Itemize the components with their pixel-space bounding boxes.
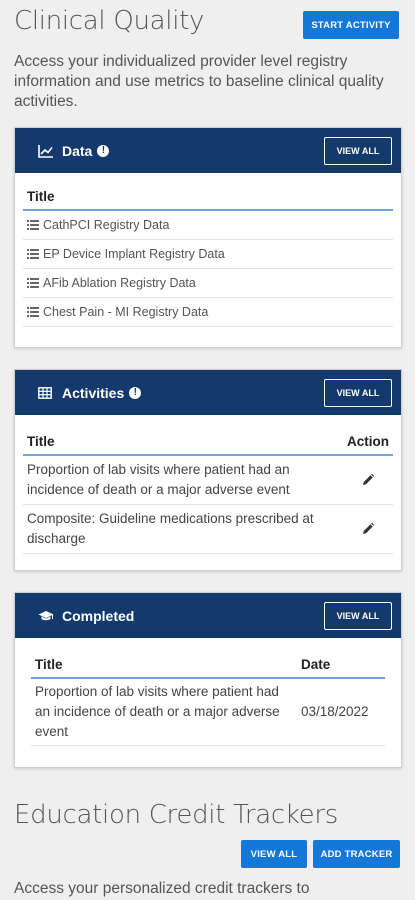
list-item-label: CathPCI Registry Data <box>43 218 170 232</box>
education-title: Education Credit Trackers <box>14 800 339 830</box>
column-title: Title <box>27 434 55 449</box>
activities-table: Title Action Proportion of lab visits wh… <box>15 415 401 566</box>
data-card-title: Data <box>62 142 93 159</box>
list-item[interactable]: Chest Pain - MI Registry Data <box>23 298 393 327</box>
activities-card-header: Activities ! VIEW ALL <box>15 370 401 415</box>
completed-card-title: Completed <box>62 607 135 624</box>
list-icon <box>27 220 39 230</box>
completed-date: 03/18/2022 <box>301 704 369 719</box>
table-header: Title Action <box>23 431 393 456</box>
table-grid-icon <box>38 386 54 400</box>
table-header: Title <box>23 186 393 211</box>
table-row: Proportion of lab visits where patient h… <box>31 679 385 746</box>
table-header: Title Date <box>31 654 385 679</box>
completed-title[interactable]: Proportion of lab visits where patient h… <box>35 682 295 742</box>
start-activity-button[interactable]: START ACTIVITY <box>303 11 399 39</box>
add-tracker-button[interactable]: ADD TRACKER <box>313 840 400 868</box>
table-row: Proportion of lab visits where patient h… <box>23 456 393 505</box>
completed-table: Title Date Proportion of lab visits wher… <box>15 638 401 756</box>
pencil-icon[interactable] <box>361 473 375 487</box>
completed-card-header: Completed VIEW ALL <box>15 593 401 638</box>
list-item-label: EP Device Implant Registry Data <box>43 247 225 261</box>
column-title: Title <box>27 189 55 204</box>
graduation-cap-icon <box>38 609 54 623</box>
list-icon <box>27 278 39 288</box>
activity-title[interactable]: Composite: Guideline medications prescri… <box>27 509 342 549</box>
list-item-label: Chest Pain - MI Registry Data <box>43 305 209 319</box>
data-card-header: Data ! VIEW ALL <box>15 128 401 173</box>
list-item-label: AFib Ablation Registry Data <box>43 276 196 290</box>
education-intro: Access your personalized credit trackers… <box>14 880 310 897</box>
completed-view-all-button[interactable]: VIEW ALL <box>324 602 392 630</box>
activities-card: Activities ! VIEW ALL Title Action Propo… <box>14 369 402 571</box>
page-intro: Access your individualized provider leve… <box>14 53 384 110</box>
data-card: Data ! VIEW ALL Title CathPCI Registry D… <box>14 127 402 348</box>
completed-card: Completed VIEW ALL Title Date Proportion… <box>14 592 402 768</box>
data-view-all-button[interactable]: VIEW ALL <box>324 137 392 165</box>
activity-title[interactable]: Proportion of lab visits where patient h… <box>27 460 342 500</box>
info-icon[interactable]: ! <box>129 386 142 399</box>
column-action: Action <box>347 434 389 449</box>
list-item[interactable]: CathPCI Registry Data <box>23 211 393 240</box>
list-item[interactable]: AFib Ablation Registry Data <box>23 269 393 298</box>
activities-card-title: Activities <box>62 384 125 401</box>
page-header: Clinical Quality START ACTIVITY <box>14 6 401 46</box>
activities-view-all-button[interactable]: VIEW ALL <box>324 379 392 407</box>
column-date: Date <box>301 657 331 672</box>
table-row: Composite: Guideline medications prescri… <box>23 505 393 554</box>
line-chart-icon <box>38 144 54 158</box>
education-view-all-button[interactable]: VIEW ALL <box>241 840 307 868</box>
list-item[interactable]: EP Device Implant Registry Data <box>23 240 393 269</box>
list-icon <box>27 249 39 259</box>
info-icon[interactable]: ! <box>97 144 110 157</box>
data-table: Title CathPCI Registry Data EP Device Im… <box>15 173 401 339</box>
pencil-icon[interactable] <box>361 522 375 536</box>
column-title: Title <box>35 657 63 672</box>
page-title: Clinical Quality <box>14 6 205 36</box>
list-icon <box>27 307 39 317</box>
